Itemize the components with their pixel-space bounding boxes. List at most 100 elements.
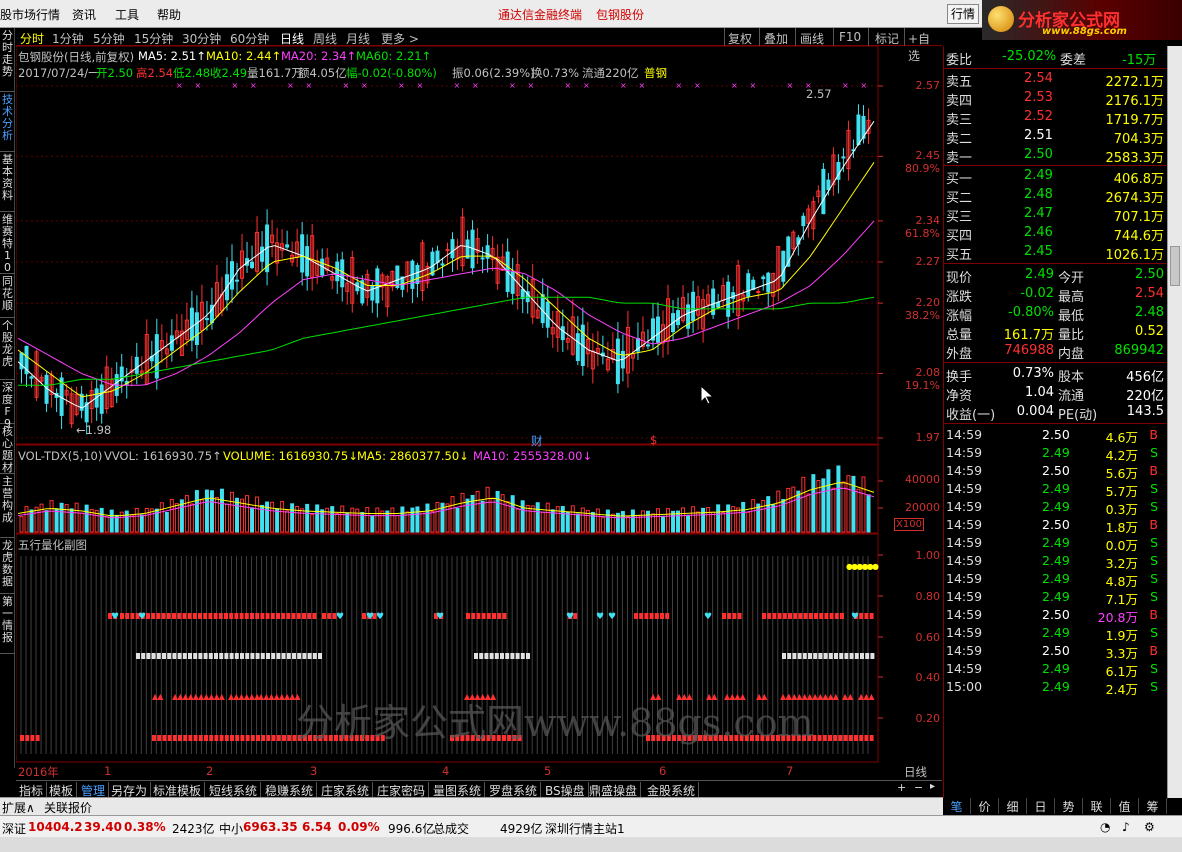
ask-row[interactable]: 卖二 2.51 704.3万 — [944, 127, 1166, 147]
f10-button[interactable]: F10 — [839, 30, 861, 44]
quote-tab-1[interactable]: 价 — [971, 798, 999, 814]
indicator-tab-5[interactable]: 短线系统 — [206, 782, 262, 798]
period-tab-1min[interactable]: 1分钟 — [52, 30, 84, 47]
server-name[interactable]: 深圳行情主站1 — [545, 820, 625, 837]
period-tab-week[interactable]: 周线 — [313, 30, 337, 47]
finance-marker[interactable]: 财 — [531, 433, 543, 449]
bid-row[interactable]: 买一 2.49 406.8万 — [944, 167, 1166, 187]
ask-row[interactable]: 卖一 2.50 2583.3万 — [944, 146, 1166, 166]
vertical-scrollbar[interactable] — [1167, 46, 1182, 798]
ask-row[interactable]: 卖五 2.54 2272.1万 — [944, 70, 1166, 90]
indicator-tab-13[interactable]: 金股系统 — [644, 782, 700, 798]
stat-value: 746988 — [1004, 343, 1054, 358]
mark-button[interactable]: 标记 — [875, 30, 899, 47]
status-icon-bell[interactable]: ♪ — [1122, 820, 1130, 834]
indicator-tab-3[interactable]: 另存为 — [108, 782, 152, 798]
zoom-out-icon[interactable]: − — [914, 781, 923, 794]
indicator-tab-6[interactable]: 稳赚系统 — [262, 782, 318, 798]
quote-tab-7[interactable]: 筹 — [1139, 798, 1167, 814]
volume-bar — [580, 507, 585, 533]
bid-row[interactable]: 买二 2.48 2674.3万 — [944, 186, 1166, 206]
volume-bar — [635, 514, 640, 533]
status-icon-wifi[interactable]: ◔ — [1100, 820, 1110, 834]
indicator-tab-2[interactable]: 管理 — [78, 782, 110, 798]
zoom-in-icon[interactable]: + — [897, 781, 906, 794]
fuquan-button[interactable]: 复权 — [728, 30, 752, 47]
bid-row[interactable]: 买四 2.46 744.6万 — [944, 224, 1166, 244]
wuxing-red-arrow: ▲ — [740, 692, 747, 701]
period-tab-15min[interactable]: 15分钟 — [134, 30, 173, 47]
wuxing-red-band — [282, 735, 286, 741]
menu-market[interactable]: 股市场行情 — [0, 6, 60, 23]
menu-news[interactable]: 资讯 — [72, 6, 96, 23]
quote-tab-4[interactable]: 势 — [1055, 798, 1083, 814]
period-tab-fenshi[interactable]: 分时 — [20, 30, 44, 47]
indicator-tab-4[interactable]: 标准模板 — [150, 782, 206, 798]
quote-tab-3[interactable]: 日 — [1027, 798, 1055, 814]
wuxing-red-marker — [286, 613, 291, 619]
period-tab-month[interactable]: 月线 — [346, 30, 370, 47]
left-tab-1[interactable]: 技术分析 — [0, 92, 15, 152]
wuxing-white-bar — [286, 653, 291, 659]
indicator-tab-9[interactable]: 量图系统 — [430, 782, 486, 798]
ask-row[interactable]: 卖四 2.53 2176.1万 — [944, 89, 1166, 109]
wuxing-red-arrow: ▲ — [868, 692, 875, 701]
quote-button[interactable]: 行情 — [947, 4, 979, 24]
candle-body — [250, 261, 255, 269]
left-tab-2[interactable]: 基本资料 — [0, 152, 15, 212]
wuxing-red-arrow: ▲ — [294, 692, 301, 701]
volume-bar — [305, 503, 310, 533]
wuxing-cyan-marker: ♥ — [111, 612, 119, 622]
menu-tools[interactable]: 工具 — [115, 6, 139, 23]
left-tab-3[interactable]: 维赛特10 — [0, 212, 15, 274]
period-tab-day[interactable]: 日线 — [280, 30, 304, 47]
wuxing-white-bar — [151, 653, 156, 659]
left-tab-0[interactable]: 分时走势 — [0, 28, 15, 92]
left-tabs: 分时走势 技术分析 基本资料 维赛特10 同花顺 个股龙虎 深度F9 核心题材 主营构成 龙虎数据… — [0, 28, 15, 768]
related-quote-button[interactable]: 关联报价 — [44, 799, 92, 816]
vol-unit-badge[interactable]: X100 — [894, 518, 924, 531]
bid-row[interactable]: 买三 2.47 707.1万 — [944, 205, 1166, 225]
period-tab-30min[interactable]: 30分钟 — [182, 30, 221, 47]
main-chart-panel[interactable]: × × × × × × × × × × × × × × × × × × × × × × × × × × ● ● ● ● ● ● ♥ ♥ ♥ ♥ ♥ ♥ ♥ ♥… — [16, 46, 942, 779]
menu-help[interactable]: 帮助 — [157, 6, 181, 23]
period-tab-more[interactable]: 更多 > — [381, 30, 419, 47]
wuxing-white-bar — [860, 653, 864, 659]
wuxing-red-marker — [864, 613, 869, 619]
quote-tab-0[interactable]: 笔 — [943, 798, 971, 814]
overlay-button[interactable]: 叠加 — [764, 30, 788, 47]
quote-tab-2[interactable]: 细 — [999, 798, 1027, 814]
indicator-tab-10[interactable]: 罗盘系统 — [486, 782, 542, 798]
indicator-tab-12[interactable]: 鼎盛操盘 — [586, 782, 642, 798]
chart-canvas[interactable]: × × × × × × × × × × × × × × × × × × × × × × × × × ×●●●●●●♥ ♥ ♥ ♥ ♥ ♥ ♥ ♥… — [16, 46, 942, 764]
left-tab-10[interactable]: 第一情报 — [0, 594, 15, 654]
left-tab-8[interactable]: 主营构成 — [0, 474, 15, 538]
indicator-tab-0[interactable]: 指标 — [16, 782, 48, 798]
period-tab-5min[interactable]: 5分钟 — [93, 30, 125, 47]
period-tab-60min[interactable]: 60分钟 — [230, 30, 269, 47]
left-tab-6[interactable]: 深度F9 — [0, 380, 15, 430]
dividend-marker[interactable]: $ — [650, 433, 657, 447]
candle-body — [29, 376, 34, 379]
day-float: 流通220亿 — [582, 66, 639, 80]
left-tab-5[interactable]: 个股龙虎 — [0, 318, 15, 380]
draw-line-button[interactable]: 画线 — [800, 30, 824, 47]
left-tab-9[interactable]: 龙虎数据 — [0, 538, 15, 594]
indicator-tab-8[interactable]: 庄家密码 — [374, 782, 430, 798]
wuxing-red-marker — [296, 613, 301, 619]
bid-row[interactable]: 买五 2.45 1026.1万 — [944, 243, 1166, 263]
indicator-tab-7[interactable]: 庄家系统 — [318, 782, 374, 798]
volume-bar — [320, 509, 325, 533]
status-icon-settings[interactable]: ⚙ — [1144, 820, 1155, 834]
indicator-tab-1[interactable]: 模板 — [46, 782, 78, 798]
scroll-right-icon[interactable]: ▸ — [930, 781, 935, 792]
left-tab-4[interactable]: 同花顺 — [0, 274, 15, 318]
wuxing-red-band — [235, 735, 240, 741]
expand-button[interactable]: 扩展∧ — [2, 799, 35, 816]
scrollbar-thumb[interactable] — [1170, 246, 1180, 286]
left-tab-7[interactable]: 核心题材 — [0, 424, 15, 474]
ask-row[interactable]: 卖三 2.52 1719.7万 — [944, 108, 1166, 128]
quote-tab-5[interactable]: 联 — [1083, 798, 1111, 814]
indicator-tab-11[interactable]: BS操盘 — [542, 782, 589, 798]
quote-tab-6[interactable]: 值 — [1111, 798, 1139, 814]
